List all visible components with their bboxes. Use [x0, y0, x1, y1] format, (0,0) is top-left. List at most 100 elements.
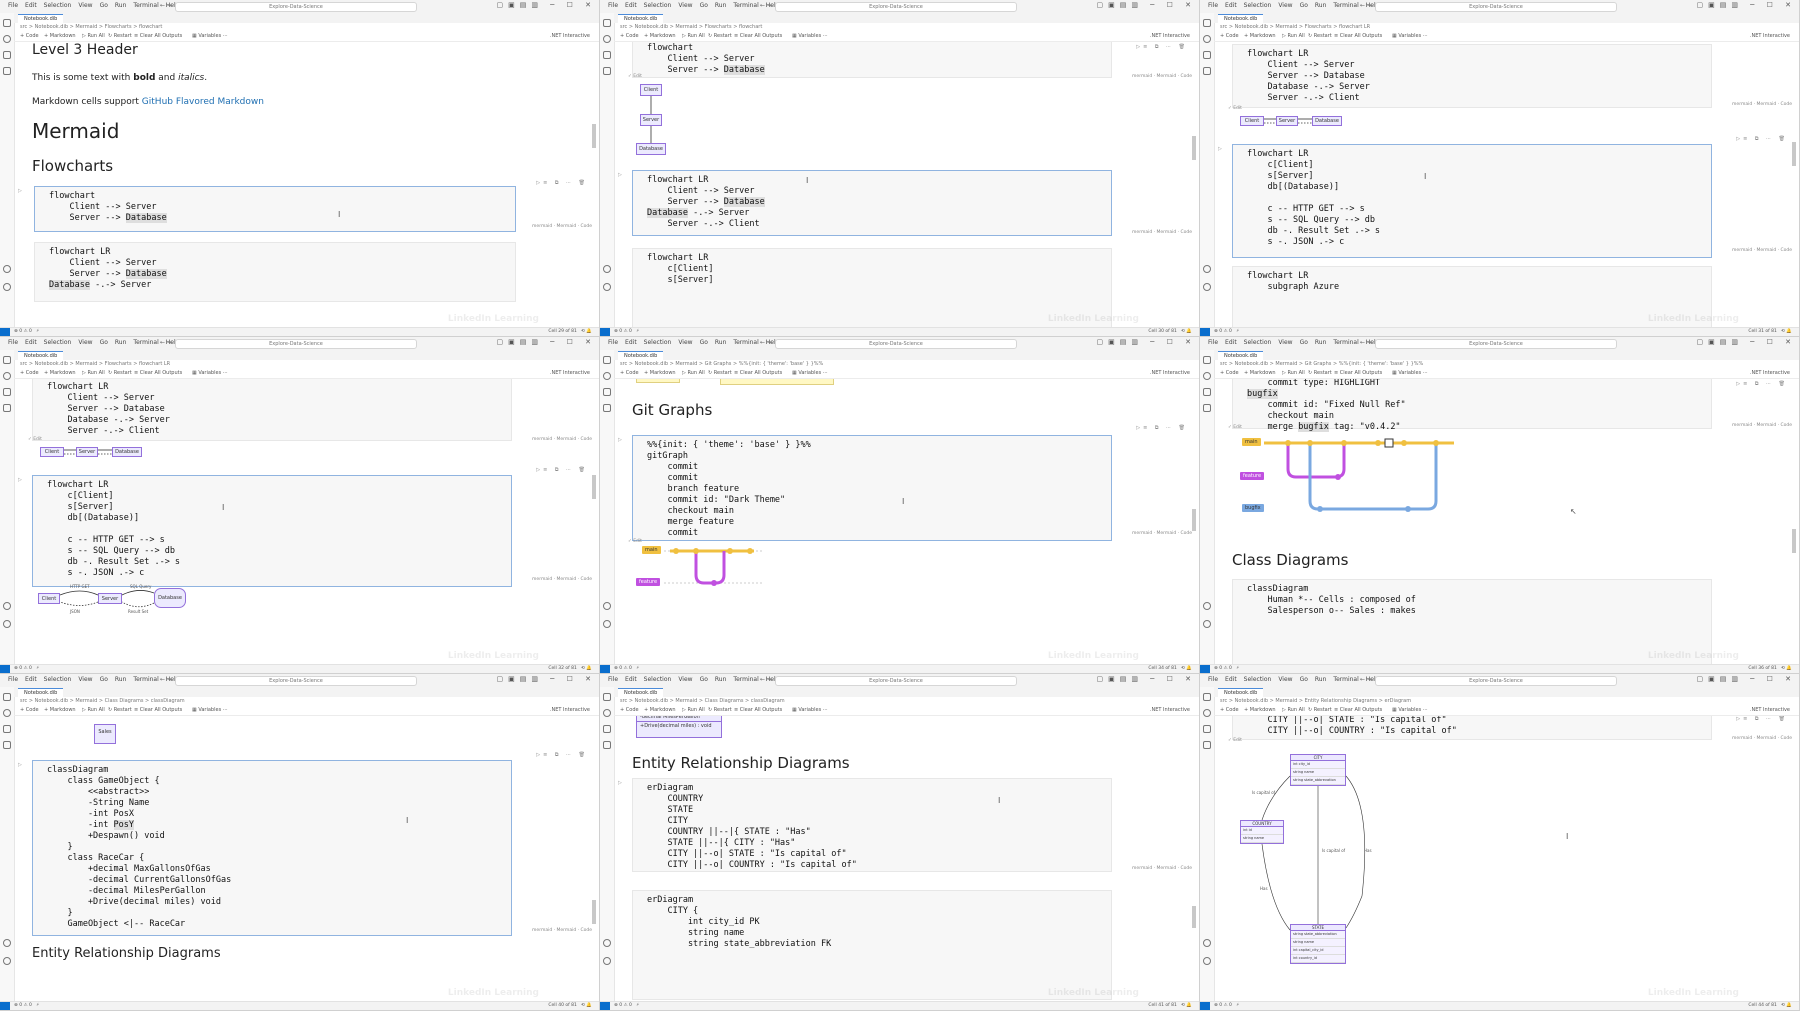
markdown-link[interactable]: GitHub Flavored Markdown [142, 97, 264, 107]
cell-language-label[interactable]: mermaid · Mermaid · Code [1732, 248, 1792, 253]
menu-run[interactable]: Run [115, 2, 127, 9]
tab-notebook[interactable]: Notebook.dib [1218, 14, 1264, 23]
add-markdown-button[interactable]: + Markdown [44, 707, 76, 713]
source-control-icon[interactable] [1203, 51, 1211, 59]
account-icon[interactable] [1203, 265, 1211, 273]
status-problems[interactable]: ⊗ 0 ⚠ 0 ⚡ [1214, 328, 1239, 336]
cell-language-label[interactable]: mermaid · Mermaid · Code [1132, 866, 1192, 871]
nav-arrows-icon[interactable]: ← → [760, 676, 772, 683]
menu-selection[interactable]: Selection [44, 339, 72, 346]
menu-edit[interactable]: Edit [625, 2, 637, 9]
kernel-picker[interactable]: .NET Interactive [1750, 707, 1790, 713]
menu-selection[interactable]: Selection [44, 676, 72, 683]
scrollbar-thumb[interactable] [1192, 509, 1196, 531]
gear-icon[interactable] [603, 620, 611, 628]
nav-arrows-icon[interactable]: ← → [160, 676, 172, 683]
menu-run[interactable]: Run [1315, 339, 1327, 346]
menu-edit[interactable]: Edit [25, 676, 37, 683]
command-center[interactable]: Explore-Data-Science [775, 339, 1017, 349]
explorer-icon[interactable] [603, 356, 611, 364]
code-cell[interactable]: flowchart Client --> Server Server --> D… [34, 186, 516, 232]
run-all-button[interactable]: ▷ Run All [682, 370, 705, 376]
variables-button[interactable]: ▦ Variables ··· [792, 370, 828, 376]
menu-selection[interactable]: Selection [1244, 676, 1272, 683]
account-icon[interactable] [1203, 939, 1211, 947]
run-all-button[interactable]: ▷ Run All [1282, 707, 1305, 713]
source-control-icon[interactable] [3, 725, 11, 733]
kernel-picker[interactable]: .NET Interactive [1750, 33, 1790, 39]
menu-edit[interactable]: Edit [25, 339, 37, 346]
status-problems[interactable]: ⊗ 0 ⚠ 0 ⚡ [614, 1002, 639, 1010]
remote-indicator-icon[interactable] [1200, 665, 1210, 673]
command-center[interactable]: Explore-Data-Science [1375, 339, 1617, 349]
gear-icon[interactable] [3, 283, 11, 291]
code-cell[interactable]: erDiagram COUNTRY STATE CITY COUNTRY ||-… [632, 778, 1112, 872]
clear-outputs-button[interactable]: ≡ Clear All Outputs [1334, 33, 1382, 39]
menu-view[interactable]: View [678, 339, 692, 346]
clear-outputs-button[interactable]: ≡ Clear All Outputs [134, 33, 182, 39]
tab-notebook[interactable]: Notebook.dib [618, 351, 664, 360]
menu-edit[interactable]: Edit [1225, 339, 1237, 346]
code-cell[interactable]: classDiagram Human *-- Cells : composed … [1232, 579, 1712, 666]
nav-arrows-icon[interactable]: ← → [1360, 2, 1372, 9]
status-cell-position[interactable]: Cell 36 of 81 ⟲ 🔔 [1748, 665, 1792, 673]
menu-selection[interactable]: Selection [644, 2, 672, 9]
menu-selection[interactable]: Selection [1244, 339, 1272, 346]
window-controls-icon[interactable]: ▢▣▤▥ ─ ☐ ✕ [497, 338, 597, 346]
variables-button[interactable]: ▦ Variables ··· [192, 707, 228, 713]
command-center[interactable]: Explore-Data-Science [175, 676, 417, 686]
nav-arrows-icon[interactable]: ← → [760, 339, 772, 346]
clear-outputs-button[interactable]: ≡ Clear All Outputs [1334, 370, 1382, 376]
menu-go[interactable]: Go [700, 676, 708, 683]
menu-run[interactable]: Run [1315, 676, 1327, 683]
search-icon[interactable] [3, 372, 11, 380]
source-control-icon[interactable] [603, 388, 611, 396]
gear-icon[interactable] [1203, 283, 1211, 291]
run-debug-icon[interactable] [1203, 404, 1211, 412]
code-cell[interactable]: flowchart LR Client --> Server Server --… [632, 170, 1112, 236]
add-code-button[interactable]: + Code [1220, 33, 1239, 39]
window-controls-icon[interactable]: ▢▣▤▥ ─ ☐ ✕ [1697, 338, 1797, 346]
status-cell-position[interactable]: Cell 44 of 81 ⟲ 🔔 [1748, 1002, 1792, 1010]
run-debug-icon[interactable] [1203, 741, 1211, 749]
explorer-icon[interactable] [3, 19, 11, 27]
menu-edit[interactable]: Edit [25, 2, 37, 9]
search-icon[interactable] [1203, 372, 1211, 380]
run-debug-icon[interactable] [603, 67, 611, 75]
scrollbar-thumb[interactable] [1792, 529, 1796, 553]
restart-button[interactable]: ↻ Restart [708, 370, 732, 376]
nav-arrows-icon[interactable]: ← → [160, 339, 172, 346]
restart-button[interactable]: ↻ Restart [108, 370, 132, 376]
account-icon[interactable] [603, 265, 611, 273]
menu-go[interactable]: Go [700, 2, 708, 9]
add-markdown-button[interactable]: + Markdown [1244, 370, 1276, 376]
nav-arrows-icon[interactable]: ← → [1360, 339, 1372, 346]
menu-go[interactable]: Go [1300, 2, 1308, 9]
tab-notebook[interactable]: Notebook.dib [18, 688, 64, 697]
search-icon[interactable] [603, 709, 611, 717]
account-icon[interactable] [1203, 602, 1211, 610]
menu-go[interactable]: Go [100, 676, 108, 683]
menu-file[interactable]: File [608, 339, 618, 346]
menu-terminal[interactable]: Terminal [133, 339, 158, 346]
kernel-picker[interactable]: .NET Interactive [550, 370, 590, 376]
add-code-button[interactable]: + Code [20, 33, 39, 39]
remote-indicator-icon[interactable] [1200, 1002, 1210, 1010]
window-controls-icon[interactable]: ▢▣▤▥ ─ ☐ ✕ [497, 675, 597, 683]
code-cell[interactable]: flowchart LR c[Client] s[Server] db[(Dat… [1232, 144, 1712, 258]
remote-indicator-icon[interactable] [0, 1002, 10, 1010]
search-icon[interactable] [1203, 35, 1211, 43]
menu-terminal[interactable]: Terminal [133, 2, 158, 9]
status-cell-position[interactable]: Cell 40 of 81 ⟲ 🔔 [548, 1002, 592, 1010]
remote-indicator-icon[interactable] [0, 665, 10, 673]
account-icon[interactable] [3, 602, 11, 610]
remote-indicator-icon[interactable] [1200, 328, 1210, 336]
run-debug-icon[interactable] [3, 404, 11, 412]
code-cell[interactable]: flowchart LR subgraph Azure [1232, 266, 1712, 329]
search-icon[interactable] [1203, 709, 1211, 717]
menu-run[interactable]: Run [715, 676, 727, 683]
restart-button[interactable]: ↻ Restart [108, 707, 132, 713]
breadcrumb[interactable]: src > Notebook.dib > Mermaid > Git Graph… [620, 361, 823, 367]
restart-button[interactable]: ↻ Restart [1308, 707, 1332, 713]
menu-run[interactable]: Run [715, 2, 727, 9]
